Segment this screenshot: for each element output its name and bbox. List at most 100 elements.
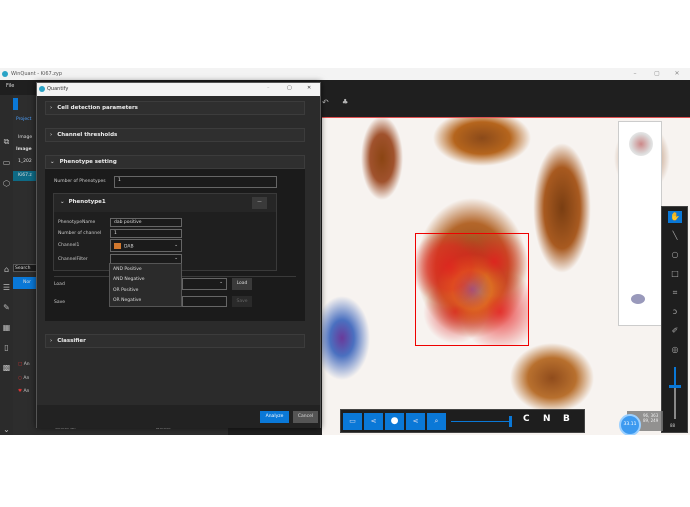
stamp-icon[interactable]: ♣ (342, 98, 348, 106)
number-of-channel-input[interactable]: 1 (110, 229, 182, 238)
close-button[interactable]: ✕ (668, 68, 686, 80)
chevron-down-icon: ⌄ (50, 159, 55, 165)
zoom-slider-thumb[interactable] (669, 385, 681, 388)
layers-icon[interactable]: ◎ (668, 344, 682, 356)
toggle-c[interactable]: C (523, 414, 530, 424)
overview-thumbnail[interactable] (618, 121, 662, 326)
tree-item[interactable]: 1_202 (18, 159, 32, 164)
undo-icon[interactable]: ↶ (322, 98, 329, 107)
table-icon[interactable]: ▦ (2, 323, 11, 332)
search-input[interactable]: Search (13, 264, 37, 272)
opacity-slider-thumb[interactable] (509, 416, 512, 427)
filter-option[interactable]: OR Negative (113, 298, 141, 303)
load-select[interactable]: ⌄ (182, 278, 227, 290)
sliders-icon[interactable]: ☰ (2, 283, 11, 292)
crop-icon[interactable]: ⌗ (668, 287, 682, 299)
chevron-down-icon: ⌄ (219, 280, 223, 285)
section-channel-thresholds[interactable]: › Channel thresholds (45, 128, 305, 142)
filter-option[interactable]: AND Positive (113, 267, 142, 272)
left-icon-bar: ⧉ ▭ ⬡ ⌂ ☰ ✎ ▦ ▯ ▩ ⌄ (0, 95, 13, 435)
phenotype-name-input[interactable]: dab positive (110, 218, 182, 227)
load-label: Load (54, 282, 65, 287)
chevron-right-icon: › (50, 132, 53, 138)
minimize-button[interactable]: – (626, 68, 644, 80)
circle-icon[interactable]: ○ (668, 249, 682, 261)
channel-filter-label: ChannelFilter (58, 257, 88, 262)
chevron-down-icon: ⌄ (60, 199, 65, 205)
project-tab[interactable]: Project (16, 117, 31, 122)
chevron-down-icon[interactable]: ⌄ (2, 425, 11, 434)
dot-icon[interactable]: ● (385, 413, 404, 430)
thumbnail-tissue (629, 132, 653, 156)
home-icon[interactable]: ⌂ (2, 265, 11, 274)
line-icon[interactable]: ╲ (668, 230, 682, 242)
brush-icon[interactable]: ✐ (668, 325, 682, 337)
hand-icon[interactable]: ✋ (668, 211, 682, 223)
annotation-ellipse[interactable]: ○ An (18, 376, 29, 381)
clipboard-icon[interactable]: ▯ (2, 343, 11, 352)
save-button[interactable]: Save (232, 296, 252, 307)
image-viewer[interactable]: ✋ ╲ ○ □ ⌗ ↄ ✐ ◎ 88 ▭ ⋖ ● ⋖ ⌕ C N B 96, 3… (322, 117, 690, 435)
display-icon[interactable]: ▭ (343, 413, 362, 430)
rectangle-icon[interactable]: □ (668, 268, 682, 280)
bottom-toolbar: ▭ ⋖ ● ⋖ ⌕ C N B (340, 409, 585, 433)
annotation-polygon[interactable]: ♥ An (18, 389, 29, 394)
right-toolbar: ✋ ╲ ○ □ ⌗ ↄ ✐ ◎ 88 (661, 206, 688, 433)
number-of-phenotypes-label: Number of Phenotypes (54, 179, 106, 184)
cube-icon[interactable]: ⬡ (2, 179, 11, 188)
menu-file[interactable]: File (6, 83, 14, 89)
channel-color-swatch (114, 243, 121, 249)
section-phenotype-setting[interactable]: ⌄ Phenotype setting (45, 155, 305, 169)
save-name-input[interactable] (182, 296, 227, 307)
phenotype1-block: ⌄ Phenotype1 — PhenotypeName dab positive… (53, 193, 277, 271)
tree-item-selected[interactable]: Ki67.z (13, 171, 37, 181)
dialog-close-button[interactable]: ✕ (307, 85, 311, 91)
heatmap-roi[interactable] (415, 233, 529, 346)
app-logo-icon (2, 71, 8, 77)
annotation-rect[interactable]: □ An (18, 362, 30, 367)
channel1-label: Channel1 (58, 243, 80, 248)
app-title: WinQuant - Ki67.zyp (11, 71, 63, 77)
share-icon[interactable]: ⋖ (364, 413, 383, 430)
load-button[interactable]: Load (232, 278, 252, 290)
search-zoom-icon[interactable]: ⌕ (427, 413, 446, 430)
dialog-logo-icon (39, 86, 45, 92)
number-of-channel-label: Number of channel (58, 231, 102, 236)
channel1-select[interactable]: DAB ⌄ (110, 239, 182, 252)
phenotype-name-label: PhenotypeName (58, 220, 96, 225)
cancel-button[interactable]: Cancel (293, 411, 318, 423)
opacity-slider[interactable] (451, 421, 511, 422)
chevron-down-icon: ⌄ (174, 256, 178, 261)
images-icon[interactable]: ⧉ (2, 137, 11, 146)
lasso-icon[interactable]: ↄ (668, 306, 682, 318)
toggle-n[interactable]: N (543, 414, 551, 424)
number-of-phenotypes-input[interactable]: 1 (114, 176, 277, 188)
folder-icon[interactable]: ▭ (2, 158, 11, 167)
app-title-bar: WinQuant - Ki67.zyp – ▢ ✕ (0, 68, 690, 80)
phenotype1-header[interactable]: ⌄ Phenotype1 (54, 194, 276, 212)
grid-icon[interactable]: ▩ (2, 363, 11, 372)
section-cell-detection[interactable]: › Cell detection parameters (45, 101, 305, 115)
tree-header[interactable]: Image (18, 135, 32, 140)
toggle-b[interactable]: B (563, 414, 570, 424)
dialog-footer: Analyze Cancel (37, 405, 320, 428)
chevron-down-icon: ⌄ (174, 243, 178, 248)
filter-option[interactable]: AND Negative (113, 277, 145, 282)
save-label: Save (54, 300, 66, 305)
dialog-minimize-button[interactable]: – (267, 85, 270, 91)
tree-group: Image (16, 147, 32, 152)
zoom-slider-fill (674, 367, 676, 387)
network-icon[interactable]: ⋖ (406, 413, 425, 430)
filter-option[interactable]: OR Positive (113, 288, 138, 293)
selected-row[interactable]: Nor (13, 277, 37, 289)
section-classifier[interactable]: › Classifier (45, 334, 305, 348)
zoom-level-badge[interactable]: 33.11 (619, 414, 641, 435)
edit-icon[interactable]: ✎ (2, 303, 11, 312)
chevron-right-icon: › (50, 338, 53, 344)
dialog-title-bar: Quantify – ▢ ✕ (37, 83, 320, 96)
analyze-button[interactable]: Analyze (260, 411, 289, 423)
maximize-button[interactable]: ▢ (648, 68, 666, 80)
dialog-maximize-button[interactable]: ▢ (287, 85, 292, 91)
remove-phenotype-button[interactable]: — (252, 197, 267, 209)
thumbnail-tissue-small (631, 294, 645, 304)
